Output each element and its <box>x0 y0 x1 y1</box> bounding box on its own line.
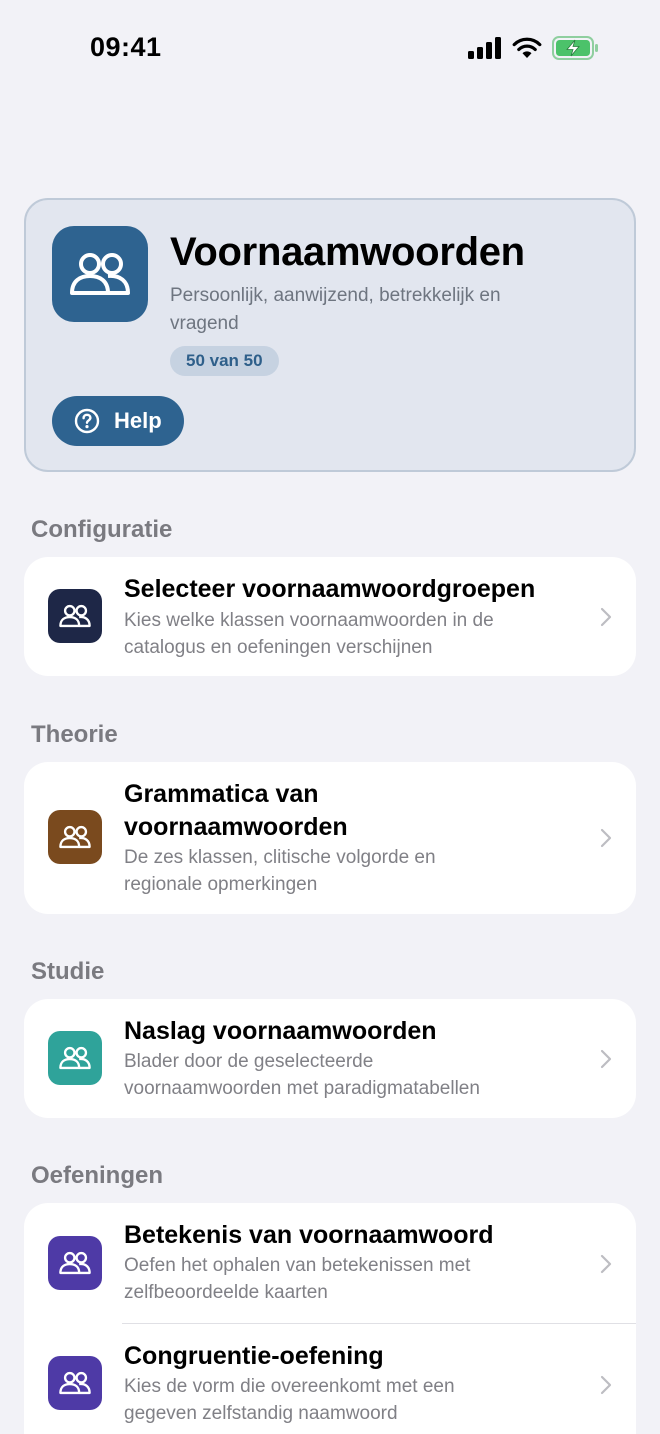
row-subtitle: Kies welke klassen voornaamwoorden in de… <box>124 610 494 658</box>
chevron-right-icon <box>600 1375 612 1395</box>
people-icon <box>70 253 130 295</box>
progress-badge: 50 van 50 <box>170 346 279 376</box>
row-agreement-exercise[interactable]: Congruentie-oefening Kies de vorm die ov… <box>24 1324 636 1434</box>
status-time: 09:41 <box>90 32 162 62</box>
section-header-oefeningen: Oefeningen <box>31 1162 164 1189</box>
battery-charging-icon <box>552 36 598 60</box>
people-icon <box>59 604 91 628</box>
people-icon <box>59 1251 91 1275</box>
chevron-right-icon <box>600 828 612 848</box>
row-title: Betekenis van voornaamwoord <box>124 1221 494 1249</box>
row-subtitle: Oefen het ophalen van betekenissen met z… <box>124 1255 471 1303</box>
row-pronoun-reference[interactable]: Naslag voornaamwoorden Blader door de ge… <box>24 999 636 1118</box>
row-title: Selecteer voornaamwoordgroepen <box>124 575 536 603</box>
row-icon-tile <box>48 1031 102 1085</box>
page-title: Voornaamwoorden <box>170 230 525 274</box>
row-icon-tile <box>48 589 102 643</box>
row-grammar-pronouns[interactable]: Grammatica van voornaamwoorden De zes kl… <box>24 762 636 914</box>
page-subtitle: Persoonlijk, aanwijzend, betrekkelijk en… <box>170 285 501 334</box>
status-icons <box>468 36 600 60</box>
section-header-configuratie: Configuratie <box>31 516 173 543</box>
hero-card: Voornaamwoorden Persoonlijk, aanwijzend,… <box>24 198 636 472</box>
signal-icon <box>468 37 501 59</box>
row-select-pronoun-groups[interactable]: Selecteer voornaamwoordgroepen Kies welk… <box>24 557 636 676</box>
row-subtitle: De zes klassen, clitische volgorde en re… <box>124 847 436 895</box>
card-configuratie: Selecteer voornaamwoordgroepen Kies welk… <box>24 557 636 676</box>
hero-icon-tile <box>52 226 148 322</box>
row-title: Naslag voornaamwoorden <box>124 1017 437 1045</box>
card-oefeningen: Betekenis van voornaamwoord Oefen het op… <box>24 1203 636 1434</box>
section-header-theorie: Theorie <box>31 721 118 748</box>
status-bar: 09:41 <box>0 0 660 96</box>
row-icon-tile <box>48 810 102 864</box>
row-icon-tile <box>48 1356 102 1410</box>
wifi-icon <box>512 37 542 58</box>
chevron-right-icon <box>600 1049 612 1069</box>
row-title: Grammatica van voornaamwoorden <box>124 780 348 841</box>
chevron-right-icon <box>600 1254 612 1274</box>
people-icon <box>59 1371 91 1395</box>
row-subtitle: Blader door de geselecteerde voornaamwoo… <box>124 1051 480 1099</box>
people-icon <box>59 1046 91 1070</box>
help-button-label: Help <box>114 408 162 433</box>
row-title: Congruentie-oefening <box>124 1342 384 1370</box>
card-studie: Naslag voornaamwoorden Blader door de ge… <box>24 999 636 1118</box>
card-theorie: Grammatica van voornaamwoorden De zes kl… <box>24 762 636 914</box>
row-icon-tile <box>48 1236 102 1290</box>
people-icon <box>59 825 91 849</box>
chevron-right-icon <box>600 607 612 627</box>
help-button[interactable]: Help <box>52 396 184 446</box>
row-pronoun-meaning[interactable]: Betekenis van voornaamwoord Oefen het op… <box>24 1203 636 1323</box>
section-header-studie: Studie <box>31 958 105 985</box>
row-subtitle: Kies de vorm die overeenkomt met een geg… <box>124 1376 455 1424</box>
question-circle-icon <box>74 408 100 434</box>
